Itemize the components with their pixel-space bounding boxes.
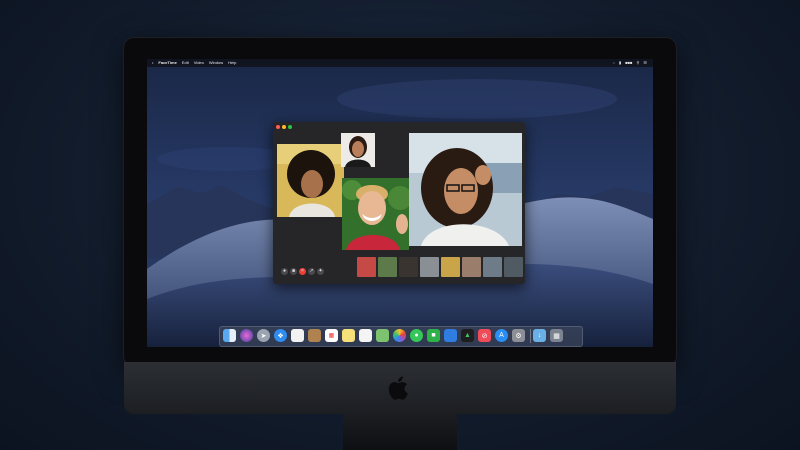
downloads-folder-icon[interactable]: ↓ bbox=[533, 329, 546, 342]
maps-icon[interactable] bbox=[376, 329, 389, 342]
safari-icon[interactable]: ❖ bbox=[274, 329, 287, 342]
participant-tile[interactable] bbox=[341, 133, 375, 167]
control-menu-icon[interactable]: ☰ bbox=[643, 59, 647, 67]
facetime-icon[interactable]: ■ bbox=[427, 329, 440, 342]
trash-icon[interactable]: ▦ bbox=[550, 329, 563, 342]
contacts-icon[interactable] bbox=[308, 329, 321, 342]
participant-video bbox=[342, 178, 409, 250]
roster-thumbnail[interactable] bbox=[483, 257, 502, 277]
participant-tile[interactable] bbox=[342, 178, 409, 250]
effects-button[interactable]: ✦ bbox=[317, 268, 324, 275]
dock: ➤ ❖ ▦ ● ■ ▲ ⊘ A ⚙ ↓ ▦ bbox=[219, 326, 583, 347]
photos-icon[interactable] bbox=[393, 329, 406, 342]
menu-video[interactable]: Video bbox=[194, 59, 204, 67]
battery-icon[interactable]: ▮ bbox=[619, 59, 621, 67]
roster-thumbnail[interactable] bbox=[378, 257, 397, 277]
menu-edit[interactable]: Edit bbox=[182, 59, 189, 67]
participant-video bbox=[409, 133, 522, 246]
messages-icon[interactable]: ● bbox=[410, 329, 423, 342]
effects-icon: ✦ bbox=[318, 268, 323, 274]
app-store-icon[interactable]: A bbox=[495, 329, 508, 342]
notes-icon[interactable] bbox=[342, 329, 355, 342]
menu-app-name[interactable]: FaceTime bbox=[158, 59, 176, 67]
participant-video bbox=[341, 133, 375, 167]
keynote-icon[interactable] bbox=[444, 329, 457, 342]
finder-icon[interactable] bbox=[223, 329, 236, 342]
launchpad-icon[interactable]: ➤ bbox=[257, 329, 270, 342]
roster-thumbnail[interactable] bbox=[441, 257, 460, 277]
stocks-icon[interactable]: ▲ bbox=[461, 329, 474, 342]
desktop-screen: • FaceTime Edit Video Window Help ◌ ▮ ■■… bbox=[147, 59, 653, 347]
facetime-window[interactable]: ● ■ × ↗ ✦ bbox=[273, 122, 525, 284]
camera-button[interactable]: ■ bbox=[290, 268, 297, 275]
fullscreen-button[interactable]: ↗ bbox=[308, 268, 315, 275]
menu-bar: • FaceTime Edit Video Window Help ◌ ▮ ■■… bbox=[147, 59, 653, 67]
close-button[interactable] bbox=[276, 125, 280, 129]
apple-logo bbox=[388, 376, 408, 400]
end-call-button[interactable]: × bbox=[299, 268, 306, 275]
mute-button[interactable]: ● bbox=[281, 268, 288, 275]
reminders-icon[interactable] bbox=[359, 329, 372, 342]
dock-separator bbox=[530, 329, 531, 343]
roster-thumbnail[interactable] bbox=[399, 257, 418, 277]
roster-thumbnail[interactable] bbox=[420, 257, 439, 277]
menubar-clock[interactable]: ■■■ bbox=[625, 59, 632, 67]
minimize-button[interactable] bbox=[282, 125, 286, 129]
siri-icon[interactable] bbox=[240, 329, 253, 342]
calendar-icon[interactable]: ▦ bbox=[325, 329, 338, 342]
system-preferences-icon[interactable]: ⚙ bbox=[512, 329, 525, 342]
apple-menu-icon[interactable]: • bbox=[152, 59, 153, 67]
end-call-icon: × bbox=[301, 268, 304, 274]
photos-browser-icon[interactable] bbox=[291, 329, 304, 342]
roster-thumbnail[interactable] bbox=[357, 257, 376, 277]
wifi-icon[interactable]: ◌ bbox=[613, 59, 615, 67]
camera-icon: ■ bbox=[291, 268, 296, 274]
menu-help[interactable]: Help bbox=[228, 59, 236, 67]
fullscreen-icon: ↗ bbox=[309, 268, 314, 274]
imac-stand bbox=[343, 414, 457, 450]
participant-video bbox=[277, 144, 344, 217]
roster-thumbnail[interactable] bbox=[462, 257, 481, 277]
roster-thumbnail[interactable] bbox=[504, 257, 523, 277]
participant-tile[interactable] bbox=[277, 144, 344, 217]
spotlight-icon[interactable]: ⚲ bbox=[636, 59, 639, 67]
news-icon[interactable]: ⊘ bbox=[478, 329, 491, 342]
menu-window[interactable]: Window bbox=[209, 59, 223, 67]
mic-icon: ● bbox=[282, 268, 287, 274]
participant-tile[interactable] bbox=[409, 133, 522, 246]
zoom-button[interactable] bbox=[288, 125, 292, 129]
